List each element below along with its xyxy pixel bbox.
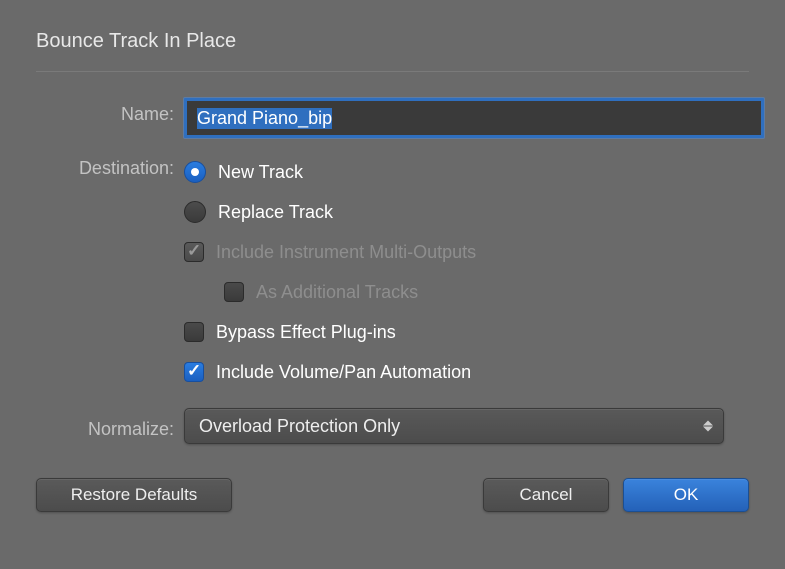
- normalize-select-value: Overload Protection Only: [199, 416, 400, 437]
- checkbox-as-additional-tracks: [224, 282, 244, 302]
- checkbox-as-additional-tracks-label: As Additional Tracks: [256, 282, 418, 303]
- checkbox-include-multi-outputs-label: Include Instrument Multi-Outputs: [216, 242, 476, 263]
- radio-replace-track[interactable]: [184, 201, 206, 223]
- destination-label: Destination:: [36, 152, 184, 179]
- name-input[interactable]: [184, 98, 764, 138]
- checkbox-bypass-effect-plugins[interactable]: [184, 322, 204, 342]
- normalize-label: Normalize:: [36, 413, 184, 440]
- checkbox-include-volume-pan[interactable]: [184, 362, 204, 382]
- normalize-select[interactable]: Overload Protection Only: [184, 408, 724, 444]
- checkbox-include-multi-outputs: [184, 242, 204, 262]
- radio-new-track-label: New Track: [218, 162, 303, 183]
- checkbox-include-volume-pan-label: Include Volume/Pan Automation: [216, 362, 471, 383]
- checkbox-bypass-effect-plugins-label: Bypass Effect Plug-ins: [216, 322, 396, 343]
- radio-new-track[interactable]: [184, 161, 206, 183]
- cancel-button[interactable]: Cancel: [483, 478, 609, 512]
- ok-button[interactable]: OK: [623, 478, 749, 512]
- chevron-up-down-icon: [703, 421, 713, 432]
- radio-replace-track-label: Replace Track: [218, 202, 333, 223]
- restore-defaults-button[interactable]: Restore Defaults: [36, 478, 232, 512]
- dialog-title: Bounce Track In Place: [36, 30, 749, 72]
- name-label: Name:: [36, 98, 184, 125]
